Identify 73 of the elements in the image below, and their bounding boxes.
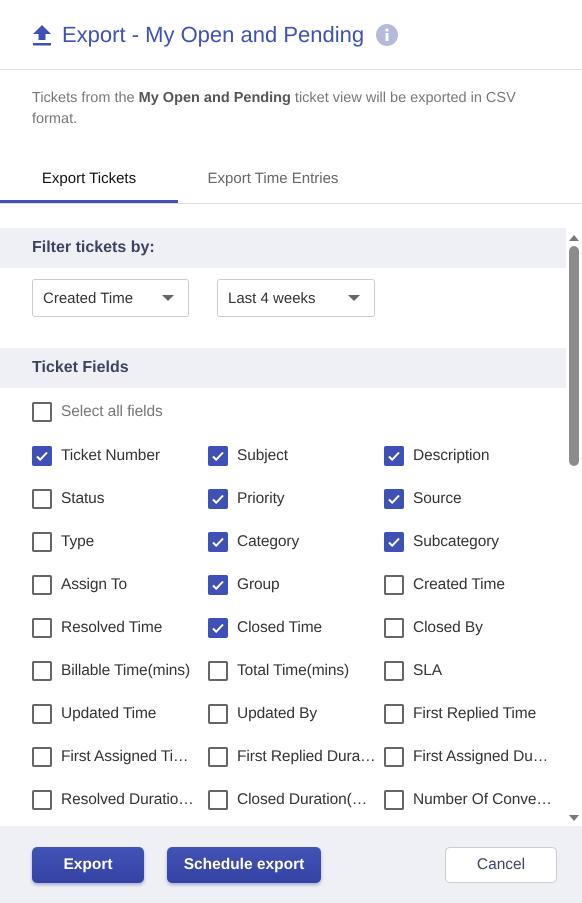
field-label: Updated By	[237, 704, 317, 722]
field-label: Closed Time	[237, 618, 322, 636]
field-label: Priority	[237, 490, 284, 508]
caret-icon	[162, 295, 174, 301]
checkbox[interactable]	[208, 574, 228, 594]
description-text: Tickets from the My Open and Pending ticket view will be exported in CSV format.	[31, 89, 517, 129]
checkbox[interactable]	[208, 704, 228, 724]
dialog-button[interactable]: Cancel	[445, 846, 557, 882]
checkbox[interactable]	[32, 532, 52, 552]
field-label: Ticket Number	[61, 446, 160, 464]
checkbox[interactable]	[384, 446, 404, 466]
checkbox[interactable]	[384, 746, 404, 766]
field-label: Source	[413, 490, 462, 508]
checkbox[interactable]	[384, 532, 404, 552]
field-label: Billable Time(mins)	[61, 662, 190, 680]
field-label: Resolved Duratio…	[61, 790, 194, 808]
checkbox[interactable]	[208, 446, 228, 466]
field-label: Resolved Time	[61, 618, 162, 636]
checkbox[interactable]	[32, 704, 52, 724]
field-label: Type	[61, 532, 94, 550]
dialog-button[interactable]: Export	[32, 846, 144, 882]
dropdown[interactable]: Created Time	[32, 279, 189, 317]
down-arrow-icon[interactable]	[568, 814, 580, 822]
field-label: SLA	[413, 662, 442, 680]
field-label: Subcategory	[413, 532, 499, 550]
checkbox[interactable]	[208, 488, 228, 508]
checkbox[interactable]	[208, 790, 228, 810]
upload-icon	[32, 24, 52, 46]
checkbox[interactable]	[32, 746, 52, 766]
checkbox[interactable]	[384, 574, 404, 594]
field-label: First Assigned Ti…	[61, 748, 188, 766]
checkbox[interactable]	[32, 618, 52, 638]
field-label: Assign To	[61, 576, 128, 594]
field-label: Created Time	[413, 576, 505, 594]
checkbox[interactable]	[32, 574, 52, 594]
up-arrow-icon[interactable]	[568, 234, 580, 242]
checkbox[interactable]	[208, 660, 228, 680]
dialog-title: Export - My Open and Pending	[62, 22, 364, 48]
field-label: Total Time(mins)	[237, 662, 350, 680]
section-header: Filter tickets by:	[0, 228, 566, 268]
dropdown[interactable]: Last 4 weeks	[217, 279, 375, 317]
field-label: Category	[237, 532, 300, 550]
checkbox[interactable]	[32, 402, 52, 422]
checkbox[interactable]	[208, 618, 228, 638]
checkbox[interactable]	[384, 660, 404, 680]
field-label: Number Of Conve…	[413, 790, 552, 808]
field-label: Status	[61, 490, 104, 508]
section-header: Ticket Fields	[0, 348, 566, 388]
tab[interactable]: Export Tickets	[0, 154, 178, 203]
field-label: First Assigned Du…	[413, 748, 548, 766]
field-label: Group	[237, 576, 280, 594]
scroll-thumb[interactable]	[569, 246, 579, 466]
checkbox[interactable]	[384, 704, 404, 724]
checkbox[interactable]	[384, 488, 404, 508]
tab[interactable]: Export Time Entries	[178, 154, 368, 203]
field-label: Subject	[237, 446, 288, 464]
checkbox[interactable]	[384, 790, 404, 810]
checkbox[interactable]	[208, 532, 228, 552]
checkbox[interactable]	[32, 790, 52, 810]
field-label: First Replied Time	[413, 704, 536, 722]
checkbox[interactable]	[32, 660, 52, 680]
checkbox[interactable]	[32, 446, 52, 466]
checkbox[interactable]	[32, 488, 52, 508]
field-label: First Replied Dura…	[237, 748, 376, 766]
dialog-button[interactable]: Schedule export	[167, 846, 321, 882]
checkbox[interactable]	[208, 746, 228, 766]
field-label: Closed By	[413, 618, 483, 636]
caret-icon	[348, 295, 360, 301]
field-label: Closed Duration(…	[237, 790, 368, 808]
field-label: Updated Time	[61, 704, 156, 722]
checkbox[interactable]	[384, 618, 404, 638]
field-label: Select all fields	[61, 403, 163, 421]
field-label: Description	[413, 446, 490, 464]
